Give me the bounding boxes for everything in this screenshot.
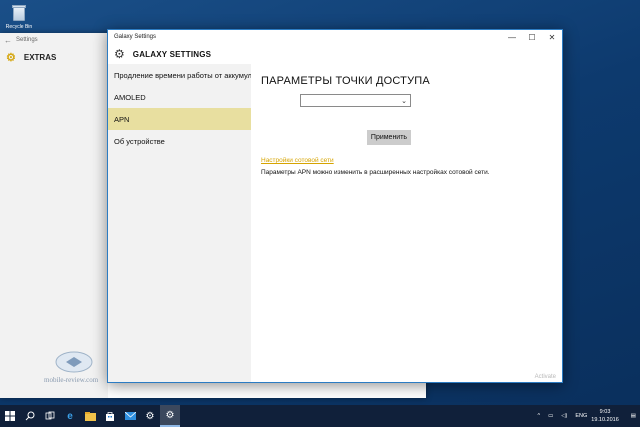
gear-icon: ⚙ [6,51,16,64]
taskbar: e ⚙ ⚙ ^ ▭ ◁) ENG 9:03 19.10.2016 ▤ [0,405,640,427]
clock[interactable]: 9:03 19.10.2016 [591,408,619,424]
sidebar-item-label: Об устройстве [114,136,165,146]
edge-icon[interactable]: e [60,405,80,427]
gear-icon: ⚙ [114,47,125,61]
page-title: ПАРАМЕТРЫ ТОЧКИ ДОСТУПА [261,75,430,87]
recycle-bin[interactable]: Recycle Bin [4,4,34,30]
minimize-button[interactable]: — [502,30,522,44]
app-header-label: GALAXY SETTINGS [132,49,212,59]
mail-icon[interactable] [120,405,140,427]
window-titlebar[interactable]: Galaxy Settings — ☐ ✕ [108,30,562,44]
bg-sidebar: ⚙ EXTRAS [0,47,108,398]
apn-description: Параметры APN можно изменить в расширенн… [261,169,490,176]
task-view-icon[interactable] [40,405,60,427]
sidebar: Продление времени работы от аккумул AMOL… [108,64,251,382]
action-center-icon[interactable]: ▤ [631,413,636,419]
settings-icon[interactable]: ⚙ [140,405,160,427]
sidebar-item-amoled[interactable]: AMOLED [108,86,251,108]
sidebar-item-label: AMOLED [114,92,146,102]
content-pane: ПАРАМЕТРЫ ТОЧКИ ДОСТУПА ⌄ Применить Наст… [251,64,562,382]
file-explorer-icon[interactable] [80,405,100,427]
sidebar-item-apn[interactable]: APN [108,108,251,130]
galaxy-settings-icon[interactable]: ⚙ [160,405,180,427]
window-title: Galaxy Settings [114,34,157,40]
sidebar-item-about[interactable]: Об устройстве [108,130,251,152]
watermark-logo: mobile-review.com [40,348,110,388]
watermark-text: mobile-review.com [44,376,99,384]
sidebar-item-label: APN [114,114,130,124]
galaxy-settings-window: Galaxy Settings — ☐ ✕ ⚙ GALAXY SETTINGS … [107,29,563,383]
clock-date: 19.10.2016 [591,417,619,423]
network-icon[interactable]: ▭ [548,413,553,419]
back-arrow-icon[interactable]: ← [0,36,16,45]
recycle-bin-label: Recycle Bin [5,24,33,30]
volume-icon[interactable]: ◁) [561,413,567,419]
bg-nav-label: EXTRAS [23,52,57,62]
system-tray: ^ ▭ ◁) ENG 9:03 19.10.2016 ▤ [533,405,640,427]
search-icon[interactable] [20,405,40,427]
close-button[interactable]: ✕ [542,30,562,44]
sidebar-item-battery[interactable]: Продление времени работы от аккумул [108,64,251,86]
bg-nav-item-extras[interactable]: ⚙ EXTRAS [0,47,108,67]
apply-button[interactable]: Применить [367,130,411,145]
sidebar-item-label: Продление времени работы от аккумул [114,70,251,80]
clock-time: 9:03 [599,409,611,415]
activate-windows-watermark: Activate [534,374,556,380]
app-header: ⚙ GALAXY SETTINGS [108,44,562,64]
bg-window-title: Settings [16,37,38,43]
notification-chevron-icon[interactable]: ^ [537,413,540,419]
windows-start-icon[interactable] [0,405,20,427]
language-indicator[interactable]: ENG [575,413,587,419]
chevron-down-icon: ⌄ [401,97,407,105]
apn-dropdown[interactable]: ⌄ [300,94,411,107]
store-icon[interactable] [100,405,120,427]
cellular-settings-link[interactable]: Настройки сотовой сети [261,157,334,164]
maximize-button[interactable]: ☐ [522,30,542,44]
recycle-bin-icon [11,4,27,22]
